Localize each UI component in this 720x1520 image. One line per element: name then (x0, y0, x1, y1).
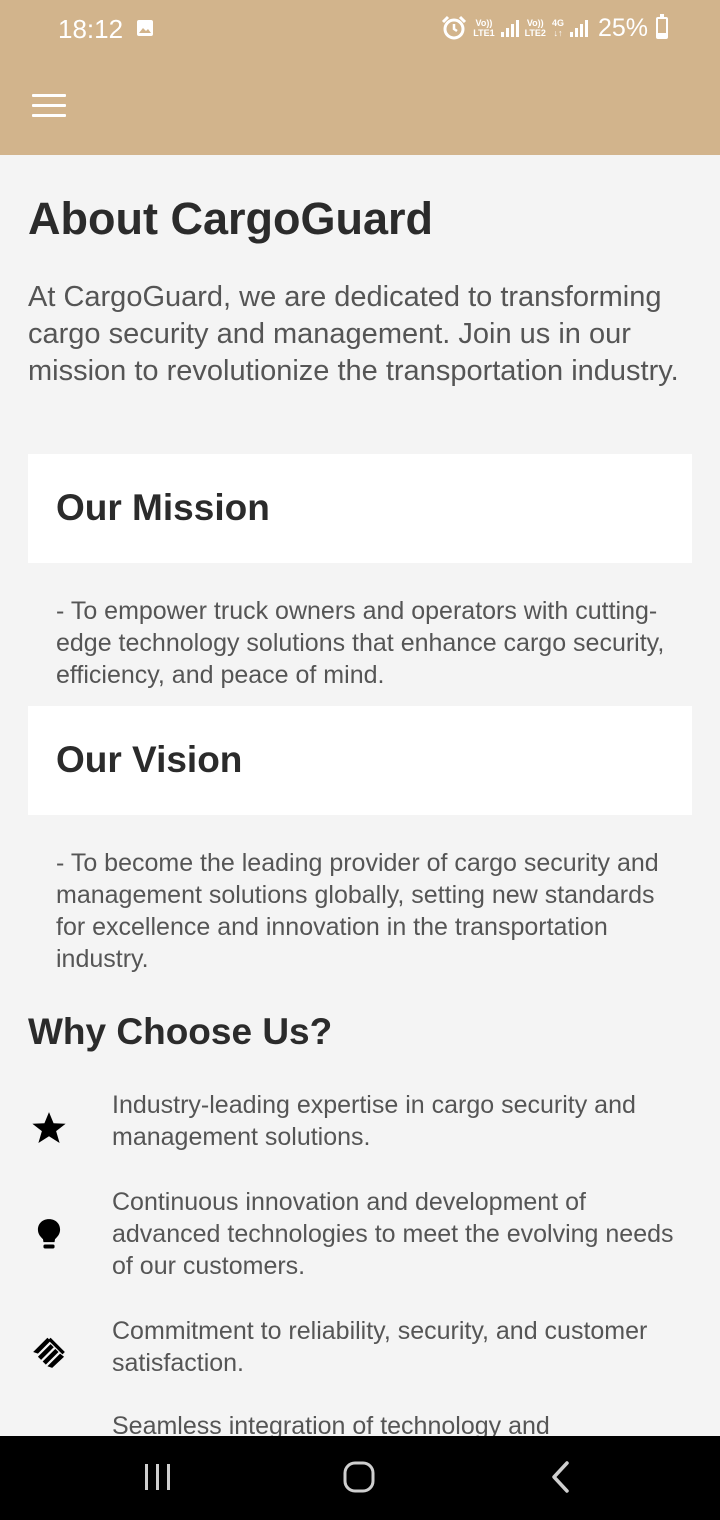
network-type: 4G ↓↑ (551, 18, 564, 38)
feature-text: Industry-leading expertise in cargo secu… (112, 1091, 636, 1151)
status-icons: Vo)) LTE1 Vo)) LTE2 4G ↓↑ 25% (441, 12, 668, 44)
feature-text: Continuous innovation and development of… (112, 1188, 674, 1280)
feature-text: Commitment to reliability, security, and… (112, 1317, 648, 1377)
sim1-indicator: Vo)) LTE1 (473, 18, 495, 38)
mission-card: Our Mission (28, 454, 692, 563)
feature-text: Seamless integration of technology and (112, 1412, 550, 1436)
vision-text: - To become the leading provider of carg… (56, 849, 659, 973)
alarm-icon (442, 15, 467, 40)
app-bar (0, 56, 720, 155)
home-icon[interactable] (329, 1456, 389, 1500)
vision-card: Our Vision (28, 706, 692, 815)
page-title: About CargoGuard (28, 193, 433, 244)
star-icon (32, 1112, 66, 1144)
back-icon[interactable] (530, 1456, 590, 1500)
about-content[interactable]: About CargoGuard At CargoGuard, we are d… (0, 155, 720, 1436)
why-choose-us-title: Why Choose Us? (28, 1011, 333, 1052)
status-time: 18:12 (58, 14, 124, 44)
intro-text: At CargoGuard, we are dedicated to trans… (28, 281, 679, 387)
mission-title: Our Mission (56, 487, 270, 528)
sim2-indicator: Vo)) LTE2 (524, 18, 546, 38)
handshake-icon (33, 1337, 65, 1368)
hamburger-menu-icon[interactable] (24, 84, 74, 126)
mission-text: - To empower truck owners and operators … (56, 597, 665, 689)
gallery-icon (137, 20, 153, 36)
vision-title: Our Vision (56, 739, 243, 780)
navigation-bar (0, 1436, 720, 1520)
lightbulb-icon (37, 1219, 61, 1249)
signal-icon-2 (569, 19, 588, 37)
status-bar: 18:12 Vo)) LTE1 Vo)) LTE2 4G ↓↑ 25% (0, 0, 720, 56)
recent-apps-icon[interactable] (128, 1456, 188, 1500)
signal-icon (500, 19, 519, 37)
battery-icon (656, 14, 668, 39)
battery-percent: 25% (597, 13, 648, 42)
